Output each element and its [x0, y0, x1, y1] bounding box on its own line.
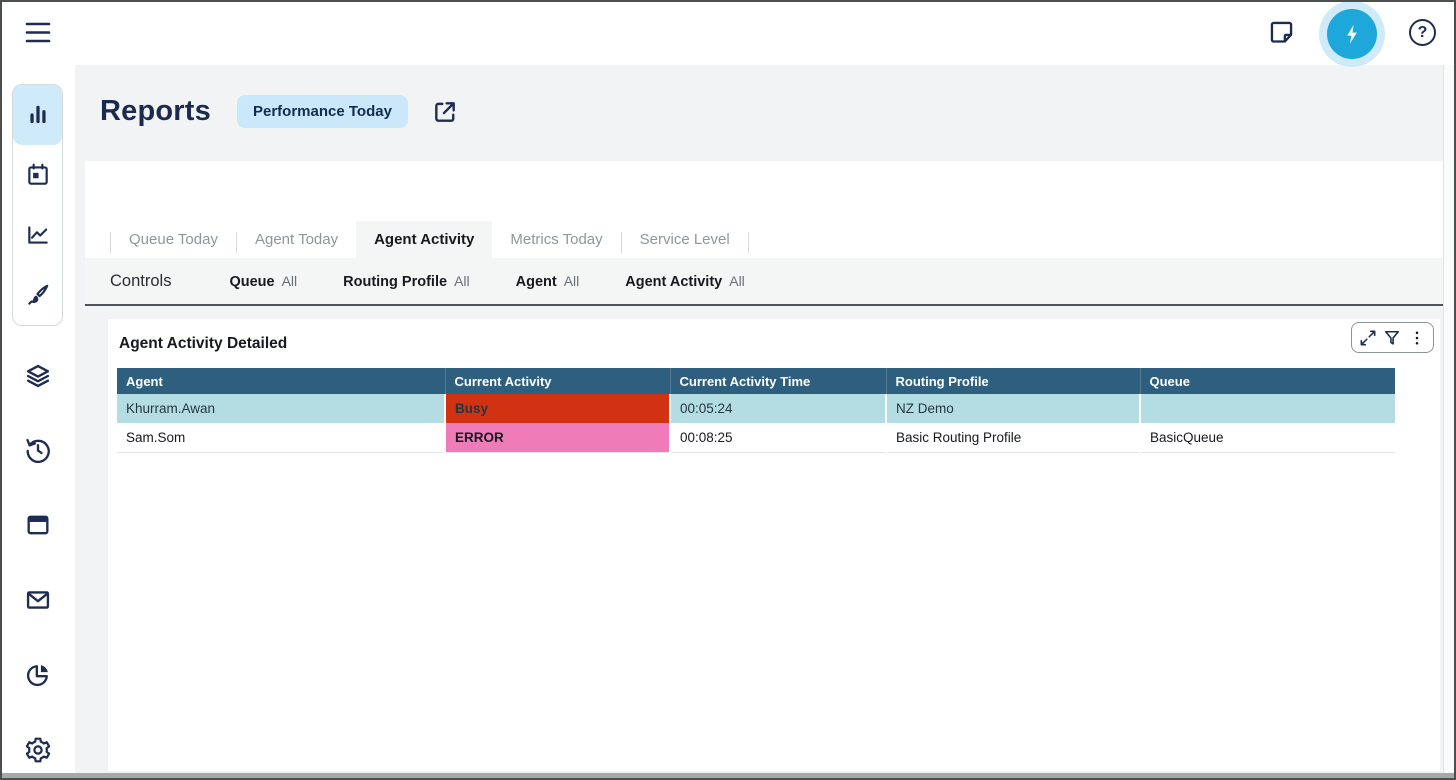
main-content: Reports Performance Today Queue Today Ag… [75, 65, 1456, 780]
tab-separator [748, 232, 749, 253]
note-icon[interactable] [1268, 19, 1295, 46]
line-chart-icon [25, 222, 51, 248]
controls-filters: Queue All Routing Profile All Agent All … [229, 273, 744, 290]
app-window: ? [0, 0, 1456, 780]
column-header-current-activity[interactable]: Current Activity [445, 368, 670, 394]
tab-service-level[interactable]: Service Level [622, 221, 748, 258]
kebab-menu-icon[interactable] [1407, 328, 1427, 348]
column-header-routing-profile[interactable]: Routing Profile [886, 368, 1140, 394]
tab-agent-activity[interactable]: Agent Activity [356, 221, 492, 258]
lightning-button-halo [1319, 1, 1385, 67]
column-header-current-activity-time[interactable]: Current Activity Time [670, 368, 886, 394]
bar-chart-icon [25, 102, 51, 128]
calendar-icon [25, 162, 51, 188]
design-brush-icon [25, 282, 51, 308]
cell-agent: Khurram.Awan [117, 394, 445, 423]
table-header-row: Agent Current Activity Current Activity … [117, 368, 1395, 394]
sidebar-item-history[interactable] [24, 436, 52, 464]
cell-agent: Sam.Som [117, 423, 445, 452]
page-header: Reports Performance Today [100, 95, 458, 128]
tab-metrics-today[interactable]: Metrics Today [492, 221, 620, 258]
sidebar-item-schedule[interactable] [13, 145, 62, 205]
table-row: Khurram.Awan Busy 00:05:24 NZ Demo [117, 394, 1395, 423]
sidebar-item-pie-reports[interactable] [24, 661, 52, 689]
table-row: Sam.Som ERROR 00:08:25 Basic Routing Pro… [117, 423, 1395, 452]
sidebar [0, 65, 75, 780]
performance-today-badge[interactable]: Performance Today [237, 95, 408, 128]
cell-routing-profile: NZ Demo [886, 394, 1140, 423]
sidebar-item-metrics[interactable] [13, 205, 62, 265]
cell-current-activity-time: 00:05:24 [670, 394, 886, 423]
sidebar-item-layers[interactable] [24, 362, 52, 390]
external-link-icon[interactable] [432, 99, 458, 125]
vertical-scrollbar[interactable] [1443, 65, 1454, 773]
filter-funnel-icon[interactable] [1382, 328, 1402, 348]
cell-current-activity: Busy [445, 394, 670, 423]
filter-agent[interactable]: Agent All [516, 273, 580, 290]
expand-icon[interactable] [1358, 328, 1378, 348]
sidebar-item-reports[interactable] [13, 85, 62, 145]
tab-bar: Queue Today Agent Today Agent Activity M… [110, 221, 749, 258]
sidebar-item-mail[interactable] [24, 586, 52, 614]
page-title: Reports [100, 95, 211, 128]
cell-queue: BasicQueue [1140, 423, 1395, 452]
cell-current-activity-time: 00:08:25 [670, 423, 886, 452]
agent-activity-table: Agent Current Activity Current Activity … [117, 368, 1395, 453]
top-bar: ? [0, 0, 1456, 65]
sidebar-report-group [12, 84, 63, 326]
tab-band: Queue Today Agent Today Agent Activity M… [85, 161, 1456, 258]
horizontal-scrollbar[interactable] [2, 773, 1454, 778]
tab-agent-today[interactable]: Agent Today [237, 221, 356, 258]
topbar-actions: ? [1268, 0, 1436, 65]
cell-current-activity: ERROR [445, 423, 670, 452]
card-toolbar [1351, 322, 1434, 353]
sidebar-item-browser[interactable] [24, 511, 52, 539]
help-icon[interactable]: ? [1409, 19, 1436, 46]
filter-queue[interactable]: Queue All [229, 273, 297, 290]
filter-agent-activity[interactable]: Agent Activity All [625, 273, 745, 290]
sidebar-item-settings[interactable] [24, 736, 52, 764]
cell-routing-profile: Basic Routing Profile [886, 423, 1140, 452]
column-header-agent[interactable]: Agent [117, 368, 445, 394]
agent-activity-card: Agent Activity Detailed Agent [108, 319, 1440, 771]
hamburger-menu-icon[interactable] [24, 19, 52, 46]
sidebar-item-design[interactable] [13, 265, 62, 325]
column-header-queue[interactable]: Queue [1140, 368, 1395, 394]
cell-queue [1140, 394, 1395, 423]
controls-label: Controls [110, 272, 171, 291]
filter-routing-profile[interactable]: Routing Profile All [343, 273, 469, 290]
card-title: Agent Activity Detailed [119, 335, 287, 353]
tab-queue-today[interactable]: Queue Today [111, 221, 236, 258]
controls-bar: Controls Queue All Routing Profile All A… [85, 258, 1456, 306]
lightning-bolt-button[interactable] [1327, 9, 1377, 59]
